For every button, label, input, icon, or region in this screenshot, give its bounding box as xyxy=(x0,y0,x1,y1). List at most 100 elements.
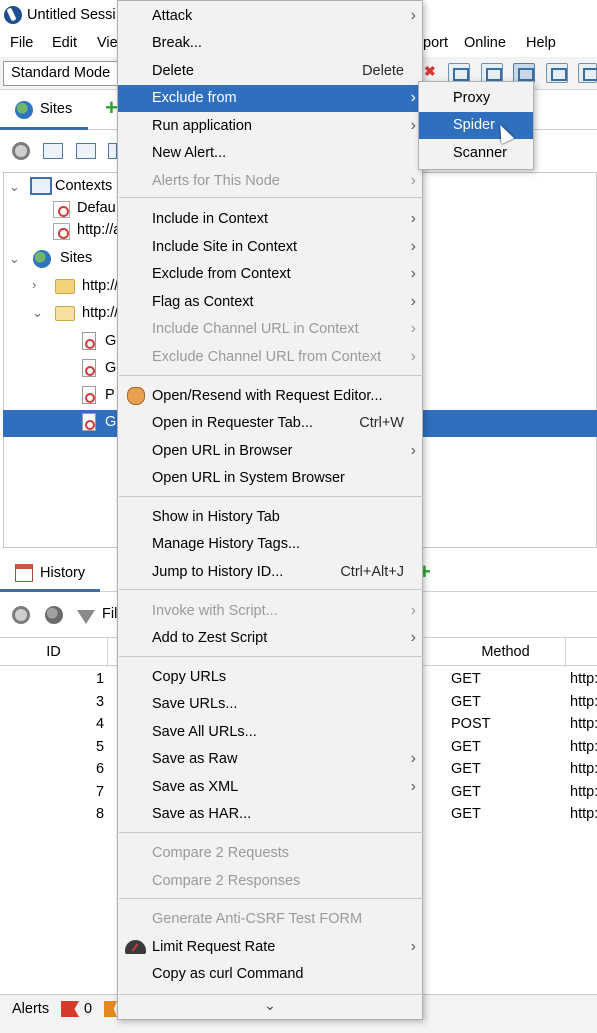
expand-contexts-icon[interactable]: ⌄ xyxy=(9,179,20,195)
submenu-item-scanner[interactable]: Scanner xyxy=(419,140,533,167)
context-target-icon xyxy=(53,201,70,218)
menu-item-label: Generate Anti-CSRF Test FORM xyxy=(152,911,363,927)
menu-item-manage-history-tags[interactable]: Manage History Tags... xyxy=(118,531,422,558)
menu-item-label: Compare 2 Requests xyxy=(152,845,290,861)
break-icon[interactable] xyxy=(448,63,470,83)
globe-icon xyxy=(33,250,51,268)
tree-node[interactable]: G xyxy=(105,360,116,376)
menu-separator xyxy=(119,656,423,657)
tab-sites[interactable]: Sites xyxy=(0,93,88,130)
tree-sites[interactable]: Sites xyxy=(60,250,92,266)
menu-item-save-urls[interactable]: Save URLs... xyxy=(118,691,422,718)
menu-item-run-application[interactable]: Run application › xyxy=(118,113,422,140)
layout-left-icon[interactable] xyxy=(481,63,503,83)
menu-item-open-in-requester-tab[interactable]: Open in Requester Tab... Ctrl+W xyxy=(118,410,422,437)
cell-method: GET xyxy=(451,739,481,755)
tab-history-label: History xyxy=(40,565,86,581)
meter-icon xyxy=(125,940,146,954)
filter-icon[interactable] xyxy=(77,610,95,624)
menu-item-copy-urls[interactable]: Copy URLs xyxy=(118,664,422,691)
menu-item-limit-request-rate[interactable]: Limit Request Rate › xyxy=(118,934,422,961)
menu-item-attack[interactable]: Attack › xyxy=(118,3,422,30)
history-toolbar: Fil xyxy=(0,598,117,632)
menu-item-save-as-xml[interactable]: Save as XML › xyxy=(118,774,422,801)
tree-contexts[interactable]: Contexts xyxy=(55,178,112,194)
context-target-icon xyxy=(53,223,70,240)
menu-help[interactable]: Help xyxy=(526,35,556,51)
tree-node[interactable]: P xyxy=(105,387,115,403)
cell-method: GET xyxy=(451,784,481,800)
menu-item-alerts-for-this-node: Alerts for This Node › xyxy=(118,168,422,195)
cell-url: http: xyxy=(570,806,597,822)
menu-item-copy-as-curl-command[interactable]: Copy as curl Command xyxy=(118,961,422,988)
menu-item-break[interactable]: Break... xyxy=(118,30,422,57)
scope-icon[interactable] xyxy=(45,606,63,624)
alerts-count: 0 xyxy=(84,1001,93,1017)
layout-full-icon[interactable] xyxy=(546,63,568,83)
menu-item-include-site-in-context[interactable]: Include Site in Context › xyxy=(118,234,422,261)
menu-item-label: Attack xyxy=(152,8,193,24)
menu-item-label: Exclude Channel URL from Context xyxy=(152,349,382,365)
tree-node-selected[interactable]: G xyxy=(105,414,116,430)
chevron-right-icon[interactable]: › xyxy=(32,277,36,292)
tab-history[interactable]: History xyxy=(0,556,100,592)
export-context-icon[interactable] xyxy=(108,143,117,159)
menu-item-save-as-raw[interactable]: Save as Raw › xyxy=(118,746,422,773)
menu-item-delete[interactable]: Delete Delete xyxy=(118,58,422,85)
menu-view[interactable]: Vie xyxy=(97,35,118,51)
menu-item-add-to-zest-script[interactable]: Add to Zest Script › xyxy=(118,625,422,652)
column-header-method[interactable]: Method xyxy=(446,638,566,667)
submenu-item-proxy[interactable]: Proxy xyxy=(419,85,533,112)
tree-node[interactable]: G xyxy=(105,333,116,349)
menu-online[interactable]: Online xyxy=(464,35,506,51)
cell-url: http: xyxy=(570,761,597,777)
menu-item-label: Save as XML xyxy=(152,779,239,795)
layout-split-icon[interactable] xyxy=(513,63,535,83)
menu-item-label: Save URLs... xyxy=(152,696,238,712)
tree-site-2[interactable]: http:// xyxy=(82,305,118,321)
menu-item-open-resend-with-request-editor[interactable]: Open/Resend with Request Editor... xyxy=(118,383,422,410)
submenu-item-spider[interactable]: Spider xyxy=(419,112,533,139)
menu-item-save-as-har[interactable]: Save as HAR... xyxy=(118,801,422,828)
contexts-icon xyxy=(30,177,52,195)
import-context-icon[interactable] xyxy=(76,143,96,159)
menu-item-include-channel-url-in-context: Include Channel URL in Context › xyxy=(118,316,422,343)
chevron-right-icon: › xyxy=(410,320,416,337)
menu-file[interactable]: File xyxy=(10,35,33,51)
menu-item-jump-to-history-id[interactable]: Jump to History ID... Ctrl+Alt+J xyxy=(118,559,422,586)
menu-item-label: Copy URLs xyxy=(152,669,227,685)
submenu-item-label: Spider xyxy=(453,117,495,133)
cell-id: 3 xyxy=(96,694,105,710)
menu-report[interactable]: port xyxy=(423,35,448,51)
new-context-icon[interactable] xyxy=(43,143,63,159)
menu-edit[interactable]: Edit xyxy=(52,35,77,51)
menu-item-flag-as-context[interactable]: Flag as Context › xyxy=(118,289,422,316)
cell-url: http: xyxy=(570,716,597,732)
flag-icon xyxy=(104,1001,117,1017)
menu-item-include-in-context[interactable]: Include in Context › xyxy=(118,206,422,233)
tree-default-context[interactable]: Defau xyxy=(77,200,116,216)
mode-select[interactable]: Standard Mode xyxy=(3,61,121,86)
menu-item-exclude-from[interactable]: Exclude from › xyxy=(118,85,422,112)
gear-icon[interactable] xyxy=(12,142,30,160)
cell-method: GET xyxy=(451,671,481,687)
menu-item-generate-anti-csrf-test-form: Generate Anti-CSRF Test FORM xyxy=(118,906,422,933)
tree-context-url[interactable]: http://a xyxy=(77,222,121,238)
menu-item-show-in-history-tab[interactable]: Show in History Tab xyxy=(118,504,422,531)
chevron-right-icon: › xyxy=(410,7,416,24)
menu-item-exclude-from-context[interactable]: Exclude from Context › xyxy=(118,261,422,288)
chevron-down-icon[interactable]: ⌄ xyxy=(32,305,43,321)
delete-icon[interactable]: ✖ xyxy=(424,63,442,83)
tree-site-1[interactable]: http:// xyxy=(82,278,118,294)
menu-item-open-url-in-system-browser[interactable]: Open URL in System Browser xyxy=(118,465,422,492)
menu-scroll-down-icon[interactable]: ⌄ xyxy=(118,997,422,1019)
menu-item-new-alert[interactable]: New Alert... xyxy=(118,140,422,167)
menu-item-save-all-urls[interactable]: Save All URLs... xyxy=(118,719,422,746)
filter-label[interactable]: Fil xyxy=(102,606,117,622)
column-header-id[interactable]: ID xyxy=(0,638,108,667)
layout-tabs-icon[interactable] xyxy=(578,63,597,83)
menu-separator xyxy=(119,832,423,833)
expand-sites-icon[interactable]: ⌄ xyxy=(9,251,20,267)
gear-icon[interactable] xyxy=(12,606,30,624)
menu-item-open-url-in-browser[interactable]: Open URL in Browser › xyxy=(118,438,422,465)
